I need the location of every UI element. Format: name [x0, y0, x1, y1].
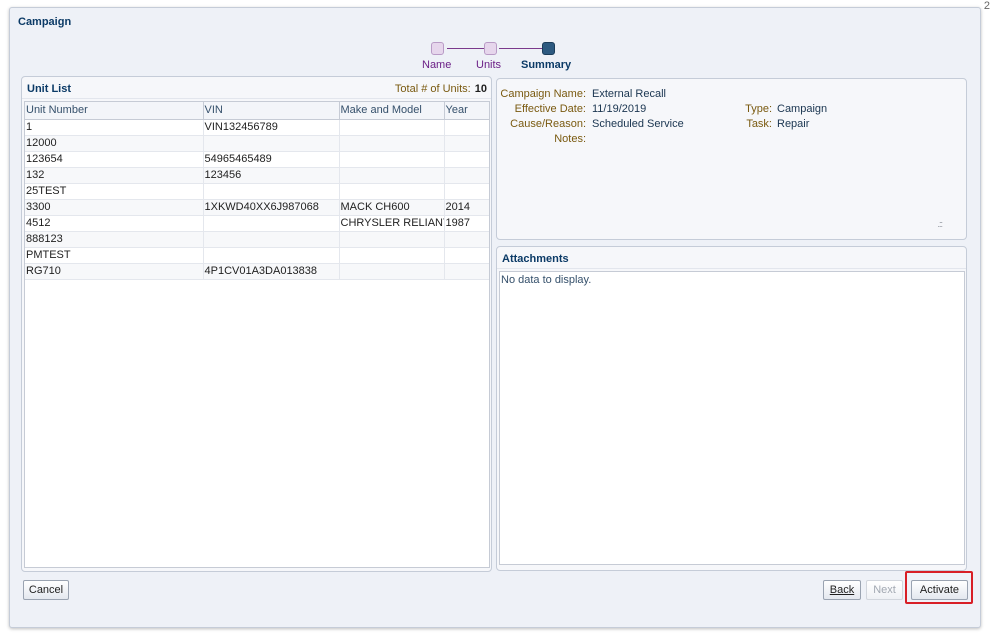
table-row[interactable]: 25TEST [25, 183, 489, 200]
cell-year [444, 119, 489, 136]
train-stop-summary [542, 42, 555, 55]
campaign-name-value: External Recall [592, 88, 666, 100]
table-row[interactable]: 3300 1XKWD40XX6J987068 MACK CH600 2014 [25, 199, 489, 216]
task-label: Task: [746, 118, 772, 130]
cell-vin [203, 215, 340, 232]
cell-vin: 1XKWD40XX6J987068 [203, 199, 340, 216]
cell-unit-number: 3300 [25, 199, 204, 216]
unit-list-panel: Unit List Total # of Units: 10 Unit Numbe… [21, 76, 492, 572]
train-stop-units[interactable] [484, 42, 497, 55]
campaign-name-label: Campaign Name: [500, 88, 586, 100]
notes-label: Notes: [554, 133, 586, 145]
unit-list-table[interactable]: Unit Number VIN Make and Model Year 1 VIN… [24, 101, 490, 568]
unit-list-header: Unit List Total # of Units: 10 [22, 77, 491, 99]
task-value: Repair [777, 118, 810, 130]
cell-vin: 54965465489 [203, 151, 340, 168]
cell-vin: 4P1CV01A3DA013838 [203, 263, 340, 280]
type-label: Type: [745, 103, 772, 115]
cell-unit-number: 12000 [25, 135, 204, 152]
cell-make-model [339, 135, 445, 152]
attachments-header: Attachments [497, 247, 966, 269]
total-units-value: 10 [474, 83, 487, 95]
campaign-info: Campaign Name: External Recall Effective… [497, 79, 968, 239]
cell-make-model [339, 167, 445, 184]
train-stop-name[interactable] [431, 42, 444, 55]
back-button-label: Back [829, 584, 855, 596]
back-button[interactable]: Back [823, 580, 861, 600]
column-header-vin[interactable]: VIN [203, 102, 340, 120]
dialog-title: Campaign [18, 16, 72, 28]
cell-year [444, 231, 489, 248]
campaign-summary-panel: Campaign Name: External Recall Effective… [496, 78, 967, 240]
table-row[interactable]: 4512 CHRYSLER RELIANT 1987 [25, 215, 489, 232]
column-header-make-model[interactable]: Make and Model [339, 102, 445, 120]
train-label-units[interactable]: Units [476, 59, 501, 71]
cell-vin: 123456 [203, 167, 340, 184]
total-units: Total # of Units: 10 [395, 83, 487, 95]
cause-reason-label: Cause/Reason: [510, 118, 586, 130]
cell-year: 1987 [444, 215, 489, 232]
cell-make-model [339, 263, 445, 280]
attachments-panel: Attachments No data to display. [496, 246, 967, 571]
cell-year: 2014 [444, 199, 489, 216]
total-units-label: Total # of Units: [394, 83, 471, 95]
train-navigation: Name Units Summary [410, 41, 610, 75]
next-button[interactable]: Next [866, 580, 903, 600]
table-row[interactable]: 132 123456 [25, 167, 489, 184]
cell-unit-number: 123654 [25, 151, 204, 168]
table-header-row: Unit Number VIN Make and Model Year [25, 102, 489, 120]
cell-unit-number: 25TEST [25, 183, 204, 200]
table-row[interactable]: 123654 54965465489 [25, 151, 489, 168]
attachments-table[interactable]: No data to display. [499, 271, 965, 565]
train-connector [499, 48, 545, 49]
cell-year [444, 247, 489, 264]
table-row[interactable]: 888123 [25, 231, 489, 248]
cell-year [444, 263, 489, 280]
train-label-summary: Summary [521, 59, 572, 71]
cell-year [444, 167, 489, 184]
cell-make-model [339, 247, 445, 264]
empty-message: No data to display. [501, 274, 592, 286]
cell-unit-number: 1 [25, 119, 204, 136]
corner-number: 2 [983, 0, 990, 12]
cell-make-model: MACK CH600 [339, 199, 445, 216]
cancel-button[interactable]: Cancel [23, 580, 69, 600]
cell-unit-number: 4512 [25, 215, 204, 232]
table-row[interactable]: 1 VIN132456789 [25, 119, 489, 136]
cell-vin [203, 231, 340, 248]
attachments-title: Attachments [502, 253, 569, 265]
train-label-name[interactable]: Name [422, 59, 451, 71]
cell-year [444, 183, 489, 200]
cell-unit-number: 888123 [25, 231, 204, 248]
campaign-dialog: Campaign Name Units Summary Unit List To… [9, 7, 981, 628]
cell-make-model [339, 119, 445, 136]
resize-grip-icon[interactable]: .:: [937, 219, 942, 229]
cell-vin [203, 135, 340, 152]
unit-list-title: Unit List [27, 83, 71, 95]
cell-unit-number: RG710 [25, 263, 204, 280]
cell-year [444, 135, 489, 152]
cell-make-model [339, 151, 445, 168]
cell-year [444, 151, 489, 168]
effective-date-value: 11/19/2019 [592, 103, 647, 115]
column-header-year[interactable]: Year [444, 102, 489, 120]
cell-make-model: CHRYSLER RELIANT [339, 215, 445, 232]
cause-reason-value: Scheduled Service [592, 118, 684, 130]
cell-vin: VIN132456789 [203, 119, 340, 136]
cell-vin [203, 247, 340, 264]
table-row[interactable]: RG710 4P1CV01A3DA013838 [25, 263, 489, 280]
table-row[interactable]: PMTEST [25, 247, 489, 264]
cell-make-model [339, 231, 445, 248]
cell-vin [203, 183, 340, 200]
cell-unit-number: 132 [25, 167, 204, 184]
table-row[interactable]: 12000 [25, 135, 489, 152]
effective-date-label: Effective Date: [514, 103, 586, 115]
cell-unit-number: PMTEST [25, 247, 204, 264]
type-value: Campaign [777, 103, 828, 115]
activate-button[interactable]: Activate [911, 580, 968, 600]
column-header-unit-number[interactable]: Unit Number [25, 102, 204, 120]
cell-make-model [339, 183, 445, 200]
